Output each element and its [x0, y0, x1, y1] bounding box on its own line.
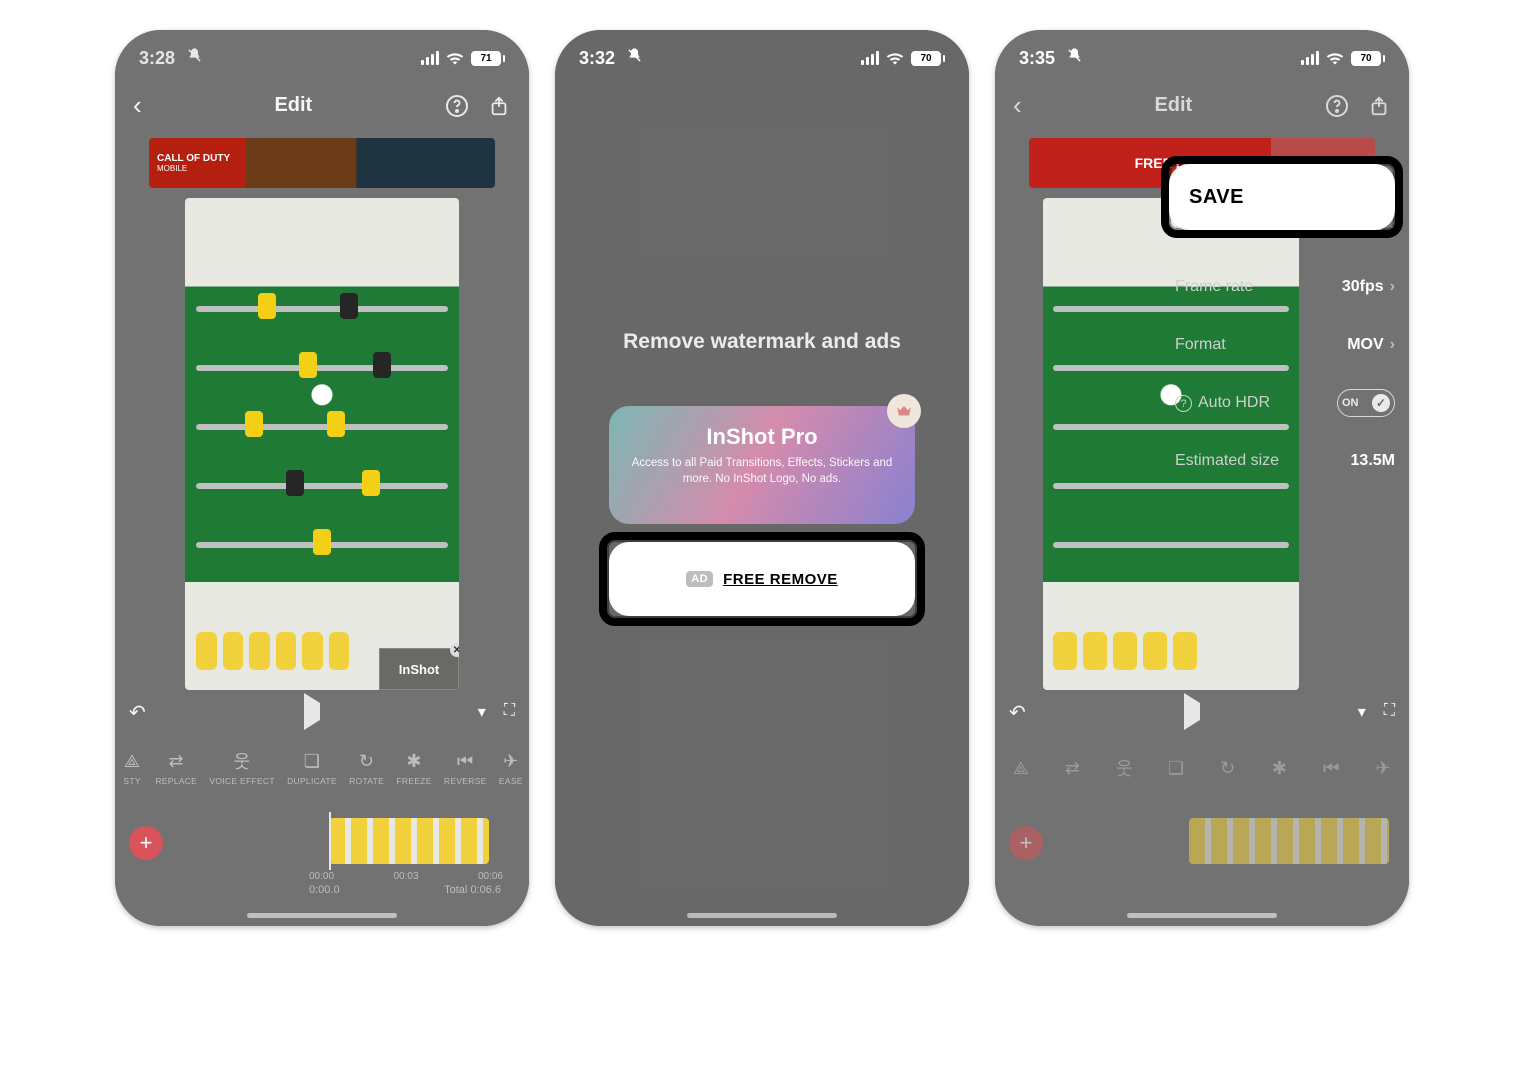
- cell-signal-icon: [421, 51, 439, 65]
- help-icon[interactable]: [1325, 94, 1349, 118]
- tool-reverse[interactable]: ⏮REVERSE: [444, 750, 487, 786]
- tool-replace[interactable]: ⇄REPLACE: [155, 750, 197, 786]
- fullscreen-icon[interactable]: ⛶: [1384, 702, 1395, 722]
- tool-sty[interactable]: ⟁STY: [121, 750, 143, 786]
- wifi-icon: [1326, 51, 1344, 65]
- pro-desc: Access to all Paid Transitions, Effects,…: [627, 456, 897, 487]
- toolbar: ⟁STY ⇄REPLACE 웃VOICE EFFECT ❏DUPLICATE ↻…: [115, 738, 529, 798]
- page-title: Edit: [274, 94, 312, 117]
- status-bar: 3:35 70: [995, 30, 1409, 86]
- ad-banner[interactable]: CALL OF DUTYMOBILE: [149, 138, 495, 188]
- check-icon: ✓: [1372, 394, 1390, 412]
- status-time: 3:28: [139, 47, 203, 69]
- timeline-clip[interactable]: [1189, 818, 1389, 864]
- home-indicator: [687, 913, 837, 918]
- hdr-toggle[interactable]: ON✓: [1337, 389, 1395, 417]
- save-button[interactable]: SAVE: [1169, 164, 1395, 230]
- timeline[interactable]: + 00:0000:0300:06 0:00.0Total 0:06.6: [129, 806, 515, 896]
- timeline-readout: 0:00.0Total 0:06.6: [309, 884, 501, 896]
- tool-ease[interactable]: ✈EASE: [499, 750, 523, 786]
- status-bar: 3:28 71: [115, 30, 529, 86]
- help-icon[interactable]: ?: [1175, 395, 1192, 412]
- silent-icon: [186, 47, 203, 64]
- chevron-right-icon: ›: [1390, 278, 1395, 296]
- status-time: 3:35: [1019, 47, 1083, 69]
- inshot-watermark[interactable]: InShot✕: [379, 648, 459, 690]
- fullscreen-icon[interactable]: ⛶: [504, 702, 515, 722]
- transport-bar: ↶ ▾ ⛶: [1009, 694, 1395, 730]
- tool-rotate[interactable]: ↻ROTATE: [349, 750, 384, 786]
- inshot-pro-card[interactable]: InShot Pro Access to all Paid Transition…: [609, 406, 915, 524]
- battery-icon: 71: [471, 51, 505, 66]
- status-time: 3:32: [579, 47, 643, 69]
- video-preview[interactable]: InShot✕: [185, 198, 459, 690]
- watermark-dialog-title: Remove watermark and ads: [555, 330, 969, 354]
- play-button[interactable]: [1184, 703, 1200, 721]
- timeline-clip[interactable]: [329, 818, 489, 864]
- tool-duplicate[interactable]: ❏DUPLICATE: [287, 750, 337, 786]
- share-icon[interactable]: [487, 94, 511, 118]
- home-indicator: [1127, 913, 1277, 918]
- page-title: Edit: [1154, 94, 1192, 117]
- transport-bar: ↶ ▾ ⛶: [129, 694, 515, 730]
- row-estimated: Estimated size 13.5M: [1175, 432, 1395, 490]
- timeline-ticks: 00:0000:0300:06: [309, 871, 503, 882]
- row-auto-hdr[interactable]: ?Auto HDR ON✓: [1175, 374, 1395, 432]
- tool-voice-effect[interactable]: 웃VOICE EFFECT: [209, 750, 274, 786]
- row-framerate[interactable]: Frame rate 30fps›: [1175, 258, 1395, 316]
- foreground-pieces: [196, 632, 349, 670]
- phone-editor: 3:28 71 ‹ Edit CALL OF DUTYMOBILE InShot…: [115, 30, 529, 926]
- ad-badge: AD: [686, 571, 713, 587]
- help-icon[interactable]: [445, 94, 469, 118]
- pro-title: InShot Pro: [627, 424, 897, 450]
- editor-header: ‹ Edit: [115, 90, 529, 121]
- battery-icon: 70: [911, 51, 945, 66]
- wifi-icon: [446, 51, 464, 65]
- back-button[interactable]: ‹: [1013, 90, 1022, 121]
- phone-remove-watermark: 3:32 70 Remove watermark and ads InShot …: [555, 30, 969, 926]
- free-remove-label: FREE REMOVE: [723, 571, 838, 588]
- status-bar: 3:32 70: [555, 30, 969, 86]
- toolbar: ⟁ ⇄ 웃 ❏ ↻ ✱ ⏮ ✈: [995, 738, 1409, 798]
- close-icon[interactable]: ✕: [450, 643, 459, 657]
- timeline[interactable]: +: [1009, 806, 1395, 896]
- free-remove-button[interactable]: AD FREE REMOVE: [609, 542, 915, 616]
- editor-header: ‹ Edit: [995, 90, 1409, 121]
- mute-icon[interactable]: ▾: [1358, 702, 1366, 722]
- back-button[interactable]: ‹: [133, 90, 142, 121]
- row-format[interactable]: Format MOV›: [1175, 316, 1395, 374]
- mute-icon[interactable]: ▾: [478, 702, 486, 722]
- cell-signal-icon: [1301, 51, 1319, 65]
- wifi-icon: [886, 51, 904, 65]
- undo-button[interactable]: ↶: [129, 700, 146, 725]
- share-icon[interactable]: [1367, 94, 1391, 118]
- cell-signal-icon: [861, 51, 879, 65]
- tool-freeze[interactable]: ✱FREEZE: [396, 750, 431, 786]
- battery-icon: 70: [1351, 51, 1385, 66]
- silent-icon: [626, 47, 643, 64]
- home-indicator: [247, 913, 397, 918]
- chevron-right-icon: ›: [1390, 336, 1395, 354]
- playhead[interactable]: [329, 812, 331, 870]
- play-button[interactable]: [304, 703, 320, 721]
- crown-icon: [887, 394, 921, 428]
- phone-export: 3:35 70 ‹ Edit FREE DATE CHANGE ↶ ▾⛶ ⟁ ⇄…: [995, 30, 1409, 926]
- undo-button[interactable]: ↶: [1009, 700, 1026, 725]
- export-sheet: Resolution 4K› Frame rate 30fps› Format …: [1175, 200, 1395, 490]
- silent-icon: [1066, 47, 1083, 64]
- add-clip-button[interactable]: +: [129, 826, 163, 860]
- add-clip-button[interactable]: +: [1009, 826, 1043, 860]
